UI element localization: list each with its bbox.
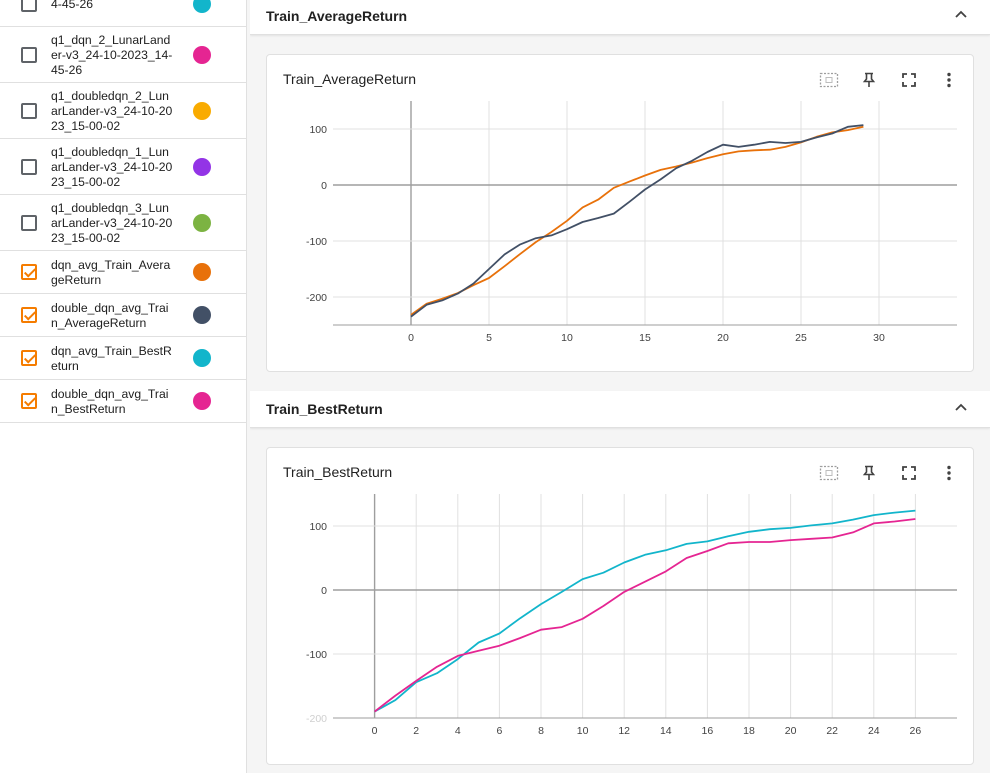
run-color-swatch[interactable] <box>193 45 211 64</box>
x-tick-label: 30 <box>873 332 885 344</box>
x-tick-label: 18 <box>743 725 755 737</box>
x-tick-label: 20 <box>717 332 729 344</box>
run-label: double_dqn_avg_Train_BestReturn <box>51 387 169 416</box>
chart-card-train-averagereturn: Train_AverageReturn 0 5 10 15 20 25 30 100 0 -100… <box>266 54 974 372</box>
run-row[interactable]: q1_dqn_2_LunarLander-v3_24-10-2023_14-45… <box>0 27 246 83</box>
x-tick-label: 6 <box>496 725 502 737</box>
tensorboard-window: der-v3_24-10-2023_14-45-26 q1_dqn_2_Lunar… <box>0 0 995 773</box>
runs-sidebar: der-v3_24-10-2023_14-45-26 q1_dqn_2_Lunar… <box>0 0 247 773</box>
chevron-up-icon[interactable] <box>954 401 968 415</box>
group-title: Train_AverageReturn <box>266 8 408 24</box>
run-checkbox[interactable] <box>21 0 37 12</box>
run-color-swatch[interactable] <box>193 213 211 232</box>
group-title: Train_BestReturn <box>266 401 383 417</box>
y-tick-label: -200 <box>306 713 327 725</box>
chevron-up-icon[interactable] <box>954 8 968 22</box>
line-chart-train-bestreturn[interactable]: 0 2 4 6 8 10 12 14 16 18 20 22 24 261000-100-200 <box>267 448 973 764</box>
run-row[interactable]: der-v3_24-10-2023_14-45-26 <box>0 0 246 27</box>
x-tick-label: 10 <box>577 725 589 737</box>
y-tick-label: -200 <box>306 292 327 304</box>
series-line-dqn_avg_Train_AverageReturn[interactable] <box>410 125 864 316</box>
x-tick-label: 25 <box>795 332 807 344</box>
x-tick-label: 10 <box>561 332 573 344</box>
series-line-dqn_avg_Train_BestReturn[interactable] <box>374 509 916 713</box>
run-color-swatch[interactable] <box>193 349 211 367</box>
run-checkbox[interactable] <box>21 307 37 323</box>
right-scroll-edge <box>990 0 995 773</box>
x-tick-label: 22 <box>826 725 838 737</box>
y-tick-label: 100 <box>309 521 327 533</box>
run-row[interactable]: dqn_avg_Train_BestReturn <box>0 337 246 380</box>
run-label: dqn_avg_Train_AverageReturn <box>51 258 171 287</box>
x-tick-label: 26 <box>910 725 922 737</box>
y-tick-label: -100 <box>306 649 327 661</box>
x-tick-label: 24 <box>868 725 880 737</box>
run-label: q1_doubledqn_3_LunarLander-v3_24-10-2023… <box>51 201 173 245</box>
run-label: double_dqn_avg_Train_AverageReturn <box>51 301 169 330</box>
y-tick-label: -100 <box>306 236 327 248</box>
x-tick-label: 15 <box>639 332 651 344</box>
run-label: q1_dqn_2_LunarLander-v3_24-10-2023_14-45… <box>51 33 173 77</box>
run-row[interactable]: double_dqn_avg_Train_BestReturn <box>0 380 246 423</box>
run-list: der-v3_24-10-2023_14-45-26 q1_dqn_2_Lunar… <box>0 0 246 423</box>
x-tick-label: 16 <box>702 725 714 737</box>
run-label: q1_doubledqn_2_LunarLander-v3_24-10-2023… <box>51 89 173 133</box>
run-checkbox[interactable] <box>21 350 37 366</box>
run-row[interactable]: q1_doubledqn_1_LunarLander-v3_24-10-2023… <box>0 139 246 195</box>
run-checkbox[interactable] <box>21 214 37 231</box>
x-tick-label: 5 <box>486 332 492 344</box>
run-color-swatch[interactable] <box>193 263 211 281</box>
run-row[interactable]: q1_doubledqn_3_LunarLander-v3_24-10-2023… <box>0 195 246 251</box>
run-color-swatch[interactable] <box>193 157 211 176</box>
x-tick-label: 8 <box>538 725 544 737</box>
run-color-swatch[interactable] <box>193 101 211 120</box>
y-tick-label: 0 <box>321 585 327 597</box>
x-tick-label: 4 <box>455 725 461 737</box>
x-tick-label: 12 <box>618 725 630 737</box>
run-checkbox[interactable] <box>21 158 37 175</box>
run-checkbox[interactable] <box>21 264 37 280</box>
y-tick-label: 100 <box>309 124 327 136</box>
scalars-main-panel: Train_AverageReturn Train_AverageReturn … <box>250 0 995 773</box>
run-color-swatch[interactable] <box>193 306 211 324</box>
series-line-double_dqn_avg_Train_AverageReturn[interactable] <box>410 124 864 318</box>
group-header-train-bestreturn[interactable]: Train_BestReturn <box>250 391 990 428</box>
run-color-swatch[interactable] <box>193 392 211 410</box>
x-tick-label: 0 <box>408 332 414 344</box>
run-checkbox[interactable] <box>21 393 37 409</box>
run-row[interactable]: double_dqn_avg_Train_AverageReturn <box>0 294 246 337</box>
line-chart-train-averagereturn[interactable]: 0 5 10 15 20 25 30 100 0 -100 -200 <box>267 55 973 371</box>
x-tick-label: 14 <box>660 725 672 737</box>
y-tick-label: 0 <box>321 180 327 192</box>
run-label: q1_doubledqn_1_LunarLander-v3_24-10-2023… <box>51 145 173 189</box>
run-checkbox[interactable] <box>21 102 37 119</box>
x-tick-label: 20 <box>785 725 797 737</box>
run-color-swatch[interactable] <box>193 0 211 13</box>
run-label: der-v3_24-10-2023_14-45-26 <box>51 0 94 11</box>
run-label: dqn_avg_Train_BestReturn <box>51 344 172 373</box>
run-row[interactable]: q1_doubledqn_2_LunarLander-v3_24-10-2023… <box>0 83 246 139</box>
run-row[interactable]: dqn_avg_Train_AverageReturn <box>0 251 246 294</box>
group-header-train-averagereturn[interactable]: Train_AverageReturn <box>250 0 990 35</box>
x-tick-label: 2 <box>413 725 419 737</box>
run-checkbox[interactable] <box>21 46 37 63</box>
chart-card-train-bestreturn: Train_BestReturn 0 2 4 6 8 10 12 14 16 18 20 22 24 26… <box>266 447 974 765</box>
series-line-double_dqn_avg_Train_BestReturn[interactable] <box>374 518 916 713</box>
x-tick-label: 0 <box>372 725 378 737</box>
